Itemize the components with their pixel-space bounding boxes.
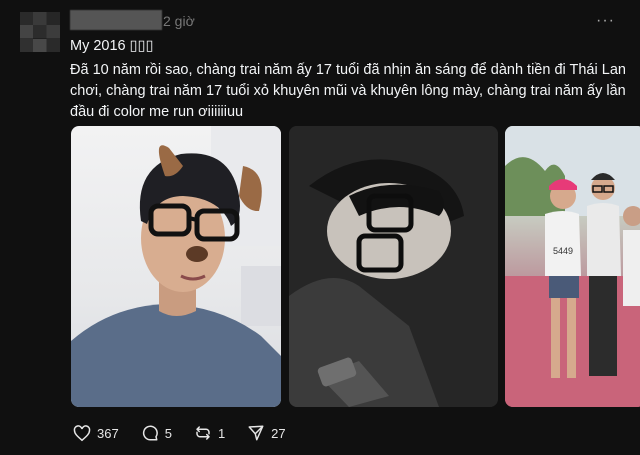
photo-selfie-dog-filter[interactable] xyxy=(71,126,281,407)
repost-icon xyxy=(196,426,210,440)
like-count: 367 xyxy=(97,425,119,441)
photo-color-run-group[interactable]: 5449 xyxy=(505,126,640,407)
share-count: 27 xyxy=(271,425,286,441)
send-icon xyxy=(248,425,264,441)
repost-button[interactable]: 1 xyxy=(194,424,225,442)
selfie-glasses-dark-image xyxy=(289,126,498,407)
comment-count: 5 xyxy=(164,425,172,441)
post-title: My 2016 ▯▯▯ xyxy=(70,38,154,54)
share-button[interactable]: 27 xyxy=(247,424,286,442)
post-actions: 367 5 1 27 xyxy=(73,422,308,444)
thread-post: 2 giờ ··· My 2016 ▯▯▯ Đã 10 năm rồi sao,… xyxy=(0,0,640,455)
photo-gallery[interactable]: 5449 xyxy=(71,126,640,407)
post-body: Đã 10 năm rồi sao, chàng trai năm ấy 17 … xyxy=(70,62,626,120)
repost-count: 1 xyxy=(217,425,226,441)
comment-button[interactable]: 5 xyxy=(141,424,172,442)
photo-selfie-glasses-dark[interactable] xyxy=(289,126,498,407)
username-blurred[interactable] xyxy=(70,10,162,30)
selfie-dog-filter-image xyxy=(71,126,281,407)
post-time: 2 giờ xyxy=(163,13,195,29)
post-text: My 2016 ▯▯▯ Đã 10 năm rồi sao, chàng tra… xyxy=(70,36,630,123)
more-options-icon[interactable]: ··· xyxy=(596,12,615,30)
heart-icon xyxy=(73,424,91,441)
avatar[interactable] xyxy=(20,12,60,52)
like-button[interactable]: 367 xyxy=(73,424,119,442)
color-run-group-image: 5449 xyxy=(505,126,640,407)
race-bib-number: 5449 xyxy=(553,246,573,256)
comment-icon xyxy=(142,425,158,441)
